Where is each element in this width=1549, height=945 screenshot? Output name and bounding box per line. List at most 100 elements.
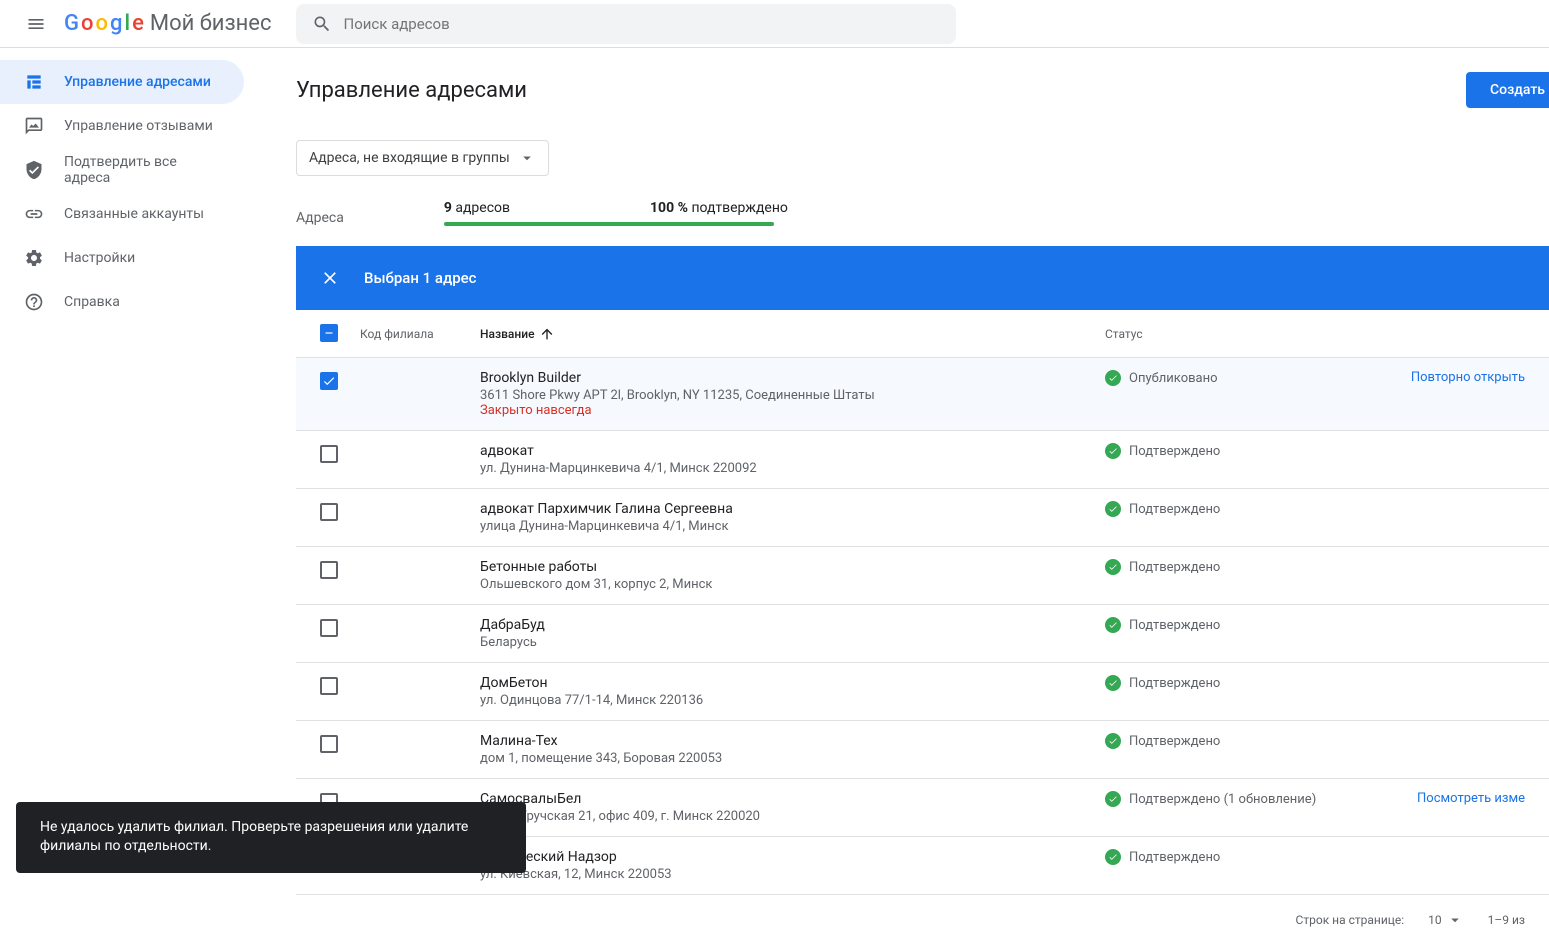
location-address: улица Уручская 21, офис 409, г. Минск 22… xyxy=(480,809,1105,824)
col-header-status[interactable]: Статус xyxy=(1105,327,1345,341)
sort-asc-icon xyxy=(539,326,555,342)
shield-icon xyxy=(24,160,44,180)
sidebar-item-help[interactable]: Справка xyxy=(0,280,244,324)
sidebar-item-label: Управление отзывами xyxy=(64,118,213,134)
location-name: Brooklyn Builder xyxy=(480,370,1105,386)
location-name: адвокат xyxy=(480,443,1105,459)
location-name: Малина-Тех xyxy=(480,733,1105,749)
sidebar-item-reviews[interactable]: Управление отзывами xyxy=(0,104,244,148)
rows-per-page-label: Строк на странице: xyxy=(1296,913,1405,927)
page-range: 1–9 из xyxy=(1488,913,1525,927)
sidebar-item-label: Связанные аккаунты xyxy=(64,206,204,222)
address-count: 9 адресов xyxy=(444,200,510,216)
location-name: ДабраБуд xyxy=(480,617,1105,633)
hamburger-icon xyxy=(26,14,46,34)
sidebar-item-locations[interactable]: Управление адресами xyxy=(0,60,244,104)
storefront-icon xyxy=(24,72,44,92)
create-button[interactable]: Создать xyxy=(1466,72,1549,108)
closed-label: Закрыто навсегда xyxy=(480,403,1105,418)
table-row[interactable]: адвокат ул. Дунина-Марцинкевича 4/1, Мин… xyxy=(296,431,1549,489)
location-address: ул. Киевская, 12, Минск 220053 xyxy=(480,867,1105,882)
check-circle-icon xyxy=(1105,501,1121,517)
location-name: Бетонные работы xyxy=(480,559,1105,575)
search-box[interactable] xyxy=(296,4,956,44)
location-address: дом 1, помещение 343, Боровая 220053 xyxy=(480,751,1105,766)
search-input[interactable] xyxy=(344,15,940,33)
search-icon xyxy=(312,14,332,34)
check-circle-icon xyxy=(1105,849,1121,865)
location-name: адвокат Пархимчик Галина Сергеевна xyxy=(480,501,1105,517)
confirmed-count: 100 % подтверждено xyxy=(650,200,788,216)
row-action-link[interactable]: Повторно открыть xyxy=(1411,370,1525,385)
sidebar-item-label: Настройки xyxy=(64,250,135,266)
row-checkbox[interactable] xyxy=(320,735,338,753)
table-row[interactable]: ДабраБуд Беларусь Подтверждено xyxy=(296,605,1549,663)
product-name: Мой бизнес xyxy=(150,11,272,36)
table-row[interactable]: ДомБетон ул. Одинцова 77/1-14, Минск 220… xyxy=(296,663,1549,721)
col-header-name[interactable]: Название xyxy=(480,326,1105,342)
stats-section-label: Адреса xyxy=(296,210,344,226)
status-cell: Опубликовано xyxy=(1105,370,1345,386)
row-checkbox[interactable] xyxy=(320,445,338,463)
review-icon xyxy=(24,116,44,136)
clear-selection-button[interactable] xyxy=(320,268,340,288)
group-filter-dropdown[interactable]: Адреса, не входящие в группы xyxy=(296,140,549,176)
row-action-link[interactable]: Посмотреть изме xyxy=(1417,791,1525,806)
filter-label: Адреса, не входящие в группы xyxy=(309,150,510,166)
location-address: ул. Одинцова 77/1-14, Минск 220136 xyxy=(480,693,1105,708)
app-header: Google Мой бизнес xyxy=(0,0,1549,48)
location-address: улица Дунина-Марцинкевича 4/1, Минск xyxy=(480,519,1105,534)
hamburger-menu-button[interactable] xyxy=(16,4,56,44)
col-header-code[interactable]: Код филиала xyxy=(360,327,480,341)
location-address: Ольшевского дом 31, корпус 2, Минск xyxy=(480,577,1105,592)
check-circle-icon xyxy=(1105,791,1121,807)
sidebar-item-label: Подтвердить все адреса xyxy=(64,154,220,186)
location-name: СамосвалыБел xyxy=(480,791,1105,807)
table-row[interactable]: адвокат Пархимчик Галина Сергеевна улица… xyxy=(296,489,1549,547)
table-row[interactable]: Brooklyn Builder 3611 Shore Pkwy APT 2l,… xyxy=(296,358,1549,431)
selection-bar: Выбран 1 адрес xyxy=(296,246,1549,310)
rows-per-page-select[interactable]: 10 xyxy=(1428,911,1464,929)
check-circle-icon xyxy=(1105,443,1121,459)
gear-icon xyxy=(24,248,44,268)
sidebar-item-linked[interactable]: Связанные аккаунты xyxy=(0,192,244,236)
check-circle-icon xyxy=(1105,617,1121,633)
status-cell: Подтверждено xyxy=(1105,849,1345,865)
table-header: Код филиала Название Статус xyxy=(296,310,1549,358)
location-address: 3611 Shore Pkwy APT 2l, Brooklyn, NY 112… xyxy=(480,388,1105,403)
link-icon xyxy=(24,204,44,224)
chevron-down-icon xyxy=(518,149,536,167)
sidebar-item-verify[interactable]: Подтвердить все адреса xyxy=(0,148,244,192)
help-icon xyxy=(24,292,44,312)
sidebar-item-settings[interactable]: Настройки xyxy=(0,236,244,280)
check-circle-icon xyxy=(1105,559,1121,575)
status-cell: Подтверждено xyxy=(1105,559,1345,575)
sidebar-item-label: Справка xyxy=(64,294,120,310)
check-circle-icon xyxy=(1105,733,1121,749)
check-circle-icon xyxy=(1105,370,1121,386)
check-circle-icon xyxy=(1105,675,1121,691)
selection-text: Выбран 1 адрес xyxy=(364,269,1525,287)
location-address: Беларусь xyxy=(480,635,1105,650)
sidebar-item-label: Управление адресами xyxy=(64,74,211,90)
select-all-checkbox[interactable] xyxy=(320,324,338,342)
status-cell: Подтверждено xyxy=(1105,443,1345,459)
google-logo: Google Мой бизнес xyxy=(64,11,272,36)
close-icon xyxy=(320,268,340,288)
status-cell: Подтверждено xyxy=(1105,733,1345,749)
row-checkbox[interactable] xyxy=(320,677,338,695)
page-title: Управление адресами xyxy=(296,78,527,103)
error-toast: Не удалось удалить филиал. Проверьте раз… xyxy=(16,802,526,873)
row-checkbox[interactable] xyxy=(320,561,338,579)
location-name: Технический Надзор xyxy=(480,849,1105,865)
table-row[interactable]: Малина-Тех дом 1, помещение 343, Боровая… xyxy=(296,721,1549,779)
table-row[interactable]: Бетонные работы Ольшевского дом 31, корп… xyxy=(296,547,1549,605)
location-name: ДомБетон xyxy=(480,675,1105,691)
row-checkbox[interactable] xyxy=(320,372,338,390)
status-cell: Подтверждено (1 обновление) xyxy=(1105,791,1345,807)
pagination: Строк на странице: 10 1–9 из xyxy=(296,895,1549,945)
row-checkbox[interactable] xyxy=(320,619,338,637)
row-checkbox[interactable] xyxy=(320,503,338,521)
status-cell: Подтверждено xyxy=(1105,501,1345,517)
progress-bar xyxy=(444,222,774,226)
